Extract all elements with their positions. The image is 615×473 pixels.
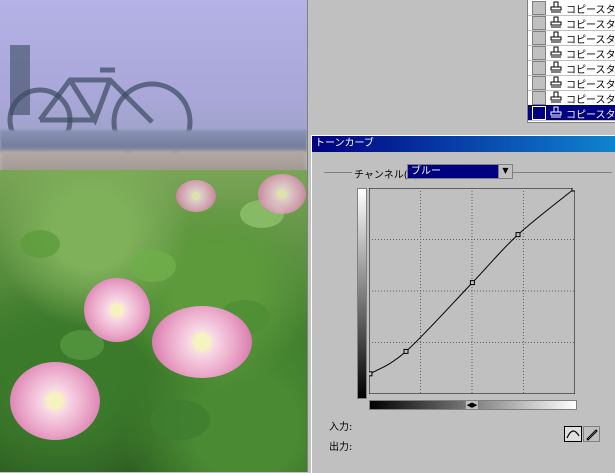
- layer-row[interactable]: コピースタン: [528, 90, 615, 106]
- layer-row[interactable]: コピースタン: [528, 15, 615, 31]
- layer-row[interactable]: コピースタン: [528, 105, 615, 121]
- channel-select-value: ブルー: [411, 166, 441, 177]
- stamp-icon: [550, 1, 562, 13]
- stamp-icon: [550, 106, 562, 118]
- layer-label: コピースタン: [566, 110, 615, 121]
- leaf: [20, 230, 60, 258]
- output-label: 出力:: [329, 442, 353, 453]
- stamp-icon: [550, 16, 562, 28]
- stamp-icon: [550, 91, 562, 103]
- curve-point[interactable]: [469, 280, 475, 286]
- layer-label: コピースタン: [566, 50, 615, 61]
- layer-label: コピースタン: [566, 65, 615, 76]
- eye-checkbox-icon[interactable]: [532, 31, 546, 45]
- layer-label: コピースタン: [566, 80, 615, 91]
- flower: [10, 362, 100, 440]
- flower: [152, 306, 252, 378]
- eye-checkbox-icon[interactable]: [532, 1, 546, 15]
- eye-checkbox-icon[interactable]: [532, 46, 546, 60]
- stamp-icon: [550, 31, 562, 43]
- dialog-title[interactable]: トーンカーブ: [312, 136, 615, 152]
- layer-label: コピースタン: [566, 35, 615, 46]
- curve-point[interactable]: [369, 371, 373, 377]
- flower: [258, 174, 306, 214]
- channel-select[interactable]: ブルー ▼: [407, 164, 513, 179]
- stamp-icon: [550, 76, 562, 88]
- photo-sea: [0, 130, 307, 152]
- curve-graph[interactable]: [369, 188, 575, 394]
- layer-row[interactable]: コピースタン: [528, 75, 615, 91]
- curve-tool-icon[interactable]: [564, 426, 582, 442]
- layer-row[interactable]: コピースタン: [528, 0, 615, 16]
- eye-checkbox-icon[interactable]: [532, 76, 546, 90]
- pencil-tool-icon[interactable]: [583, 426, 600, 442]
- flower: [84, 278, 150, 342]
- output-gradient-bar: [357, 188, 367, 399]
- layer-label: コピースタン: [566, 20, 615, 31]
- eye-checkbox-icon[interactable]: [532, 16, 546, 30]
- layer-label: コピースタン: [566, 95, 615, 106]
- leaf: [130, 250, 176, 282]
- dropdown-arrow-icon[interactable]: ▼: [498, 165, 512, 178]
- layer-row[interactable]: コピースタン: [528, 45, 615, 61]
- stamp-icon: [550, 46, 562, 58]
- layer-row[interactable]: コピースタン: [528, 60, 615, 76]
- curve-point[interactable]: [571, 188, 575, 192]
- tone-curve-dialog: トーンカーブ チャンネル(C): ブルー ▼ ◀▶ 入力: 出力:: [311, 135, 615, 473]
- photo-canvas[interactable]: [0, 0, 308, 472]
- eye-checkbox-icon[interactable]: [532, 106, 546, 120]
- layer-label: コピースタン: [566, 5, 615, 16]
- stamp-icon: [550, 61, 562, 73]
- leaf: [150, 400, 210, 440]
- flower: [176, 180, 216, 212]
- input-label: 入力:: [329, 422, 353, 433]
- curve-point[interactable]: [403, 348, 409, 354]
- layer-list: コピースタンコピースタンコピースタンコピースタンコピースタンコピースタンコピース…: [527, 0, 615, 123]
- eye-checkbox-icon[interactable]: [532, 91, 546, 105]
- eye-checkbox-icon[interactable]: [532, 61, 546, 75]
- layers-panel: コピースタンコピースタンコピースタンコピースタンコピースタンコピースタンコピース…: [487, 0, 615, 135]
- gradient-flip-icon[interactable]: ◀▶: [465, 400, 479, 410]
- curve-point[interactable]: [515, 232, 521, 238]
- layer-row[interactable]: コピースタン: [528, 30, 615, 46]
